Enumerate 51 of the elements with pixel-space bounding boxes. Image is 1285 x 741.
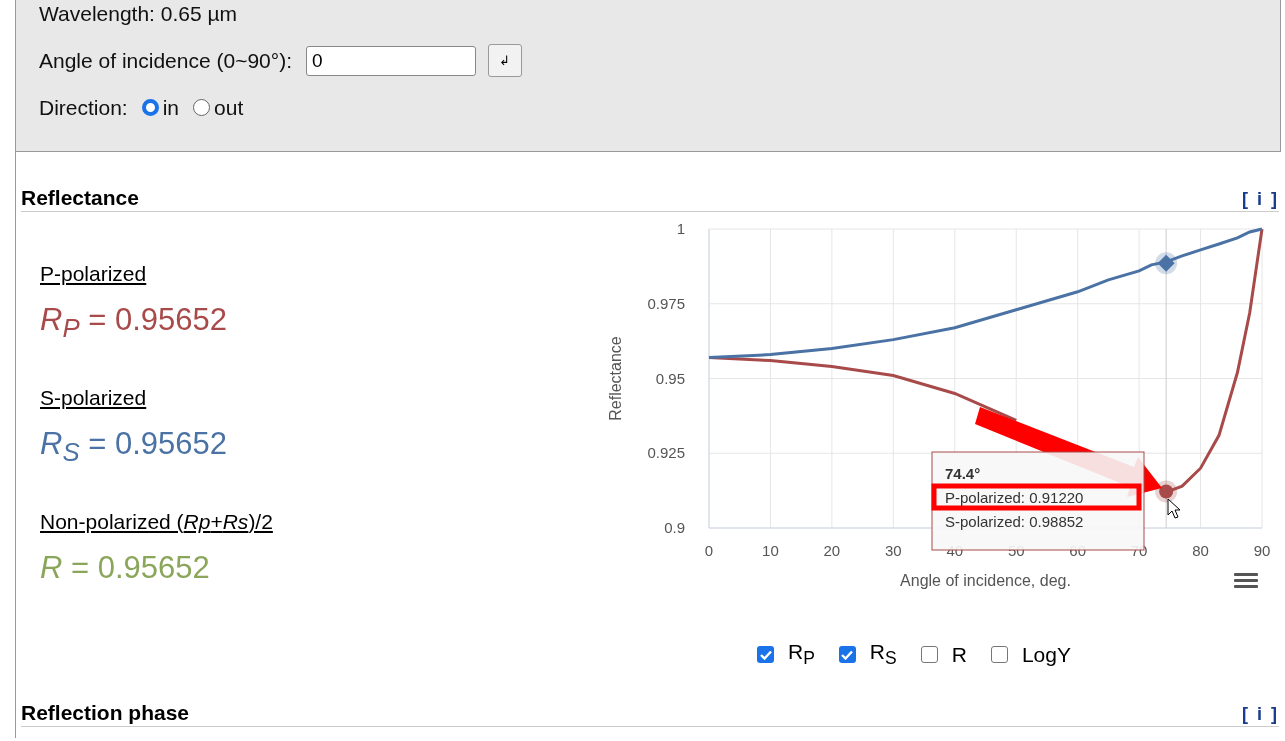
tooltip-line: P-polarized: 0.91220 xyxy=(945,489,1084,506)
axis-title: Angle of incidence, deg. xyxy=(900,572,1071,589)
axis-tick-label: 40 xyxy=(946,542,964,559)
result-formula: R$_{S}$ = 0.95652 xyxy=(40,426,228,469)
result-label: P-polarized xyxy=(40,262,148,287)
section-title: Reflection phase xyxy=(21,701,190,725)
axis-tick-label: 0.95 xyxy=(655,369,685,387)
axis-tick-label: 0.975 xyxy=(647,294,685,312)
result-formula: R$_{P}$ = 0.95652 xyxy=(40,302,228,345)
axis-tick-label: 0 xyxy=(704,542,714,559)
checkbox[interactable] xyxy=(920,646,938,664)
axis-tick-label: 10 xyxy=(762,542,779,559)
info-link[interactable]: [ i ] xyxy=(1242,189,1279,210)
radio-button[interactable] xyxy=(193,99,211,116)
menu-icon[interactable] xyxy=(1234,573,1258,588)
radio-label: out xyxy=(214,95,244,120)
checkbox[interactable] xyxy=(990,646,1008,664)
axis-tick-label: 90 xyxy=(1253,542,1271,559)
info-link[interactable]: [ i ] xyxy=(1242,704,1279,725)
checkbox-label: R$_{S}$ xyxy=(869,640,897,670)
axis-tick-label: 60 xyxy=(1069,542,1086,559)
result-label: Non-polarized (Rp+Rs)/2 xyxy=(40,510,274,535)
axis-tick-label: 20 xyxy=(823,542,841,559)
check-icon xyxy=(759,649,772,660)
radio-label: in xyxy=(162,95,180,120)
direction-label: Direction: xyxy=(39,95,128,120)
section-title: Reflectance xyxy=(21,186,139,210)
axis-tick-label: 80 xyxy=(1192,542,1209,559)
cursor-icon xyxy=(1167,498,1181,519)
enter-button[interactable]: ↲ xyxy=(488,44,522,77)
axis-title: Reflectance xyxy=(607,336,624,421)
axis-tick-label: 30 xyxy=(885,542,902,559)
checkbox[interactable] xyxy=(757,646,774,664)
checkbox-label: R$_{P}$ xyxy=(788,640,815,670)
axis-tick-label: 50 xyxy=(1007,542,1025,559)
angle-label: Angle of incidence (0~90°): xyxy=(39,48,292,73)
hover-point xyxy=(1155,252,1178,275)
angle-field[interactable]: 0 xyxy=(306,45,476,76)
result-label: S-polarized xyxy=(40,386,148,411)
axis-tick-label: 0.9 xyxy=(664,519,685,536)
checkbox[interactable] xyxy=(838,646,856,664)
wavelength-text: Wavelength: 0.65 µm xyxy=(39,1,238,26)
radio-button[interactable] xyxy=(141,99,159,116)
tooltip-title: 74.4° xyxy=(945,465,981,482)
tooltip-line: S-polarized: 0.98852 xyxy=(945,513,1084,530)
checkbox-label: LogY xyxy=(1021,642,1071,667)
result-formula: R = 0.95652 xyxy=(40,550,211,587)
check-icon xyxy=(841,649,854,660)
axis-tick-label: 1 xyxy=(676,220,685,237)
checkbox-label: R xyxy=(951,642,967,667)
axis-tick-label: 0.925 xyxy=(647,444,685,462)
